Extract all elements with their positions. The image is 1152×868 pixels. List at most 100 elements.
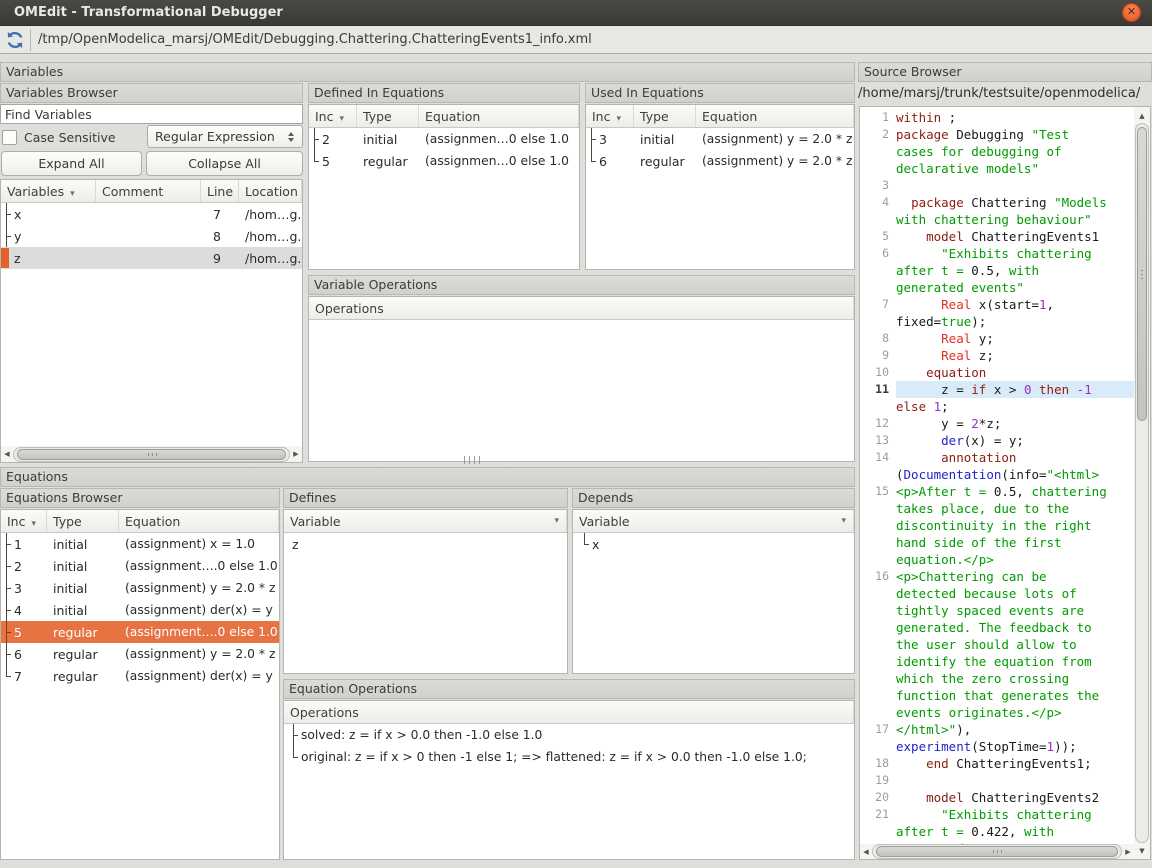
column-inc[interactable]: Inc: [586, 105, 634, 127]
equation-type: initial: [47, 555, 119, 577]
equation-text: (assignment) x = 1.0: [119, 533, 279, 555]
column-inc[interactable]: Inc: [1, 510, 47, 532]
case-sensitive-checkbox[interactable]: [2, 130, 17, 145]
defined-in-row[interactable]: 2initial(assignmen…0 else 1.0: [309, 128, 579, 150]
column-line[interactable]: Line: [201, 180, 239, 202]
defines-row[interactable]: z: [284, 533, 567, 555]
equation-index: 2: [322, 132, 330, 147]
line-number: [860, 398, 896, 415]
equation-index: 7: [14, 669, 22, 684]
equations-dock-title: Equations: [0, 467, 855, 487]
tree-branch-icon: [586, 128, 597, 150]
equation-row[interactable]: 3initial(assignment) y = 2.0 * z: [1, 577, 279, 599]
column-inc[interactable]: Inc: [309, 105, 357, 127]
equation-index: 6: [599, 154, 607, 169]
splitter-handle[interactable]: [464, 456, 480, 464]
scrollbar-thumb[interactable]: [17, 449, 286, 460]
close-button[interactable]: [1122, 3, 1141, 22]
column-variable[interactable]: Variable: [573, 510, 854, 532]
scroll-right-icon[interactable]: [1122, 844, 1134, 859]
code-text: model ChatteringEvents1: [896, 228, 1134, 245]
code-line: tightly spaced events are: [860, 602, 1134, 619]
code-line: 16<p>Chattering can be: [860, 568, 1134, 585]
code-text: cases for debugging of: [896, 143, 1134, 160]
search-syntax-dropdown[interactable]: Regular Expression: [147, 125, 303, 148]
code-text: the user should allow to: [896, 636, 1134, 653]
code-text: (Documentation(info="<html>: [896, 466, 1134, 483]
equation-text: (assignmen…0 else 1.0: [419, 128, 579, 150]
source-code-view[interactable]: 1within ;2package Debugging "Testcases f…: [859, 106, 1151, 860]
code-line: which the zero crossing: [860, 670, 1134, 687]
column-operations[interactable]: Operations: [309, 297, 854, 319]
tree-branch-icon: [1, 599, 12, 621]
variable-row[interactable]: z9/hom…g.: [1, 247, 302, 269]
used-in-row[interactable]: 6regular(assignment) y = 2.0 * z: [586, 150, 854, 172]
variables-table-header[interactable]: Variables Comment Line Location: [1, 180, 302, 203]
column-equation[interactable]: Equation: [419, 105, 579, 127]
variables-dock-title: Variables: [0, 62, 855, 82]
line-number: 20: [860, 789, 896, 806]
reload-icon[interactable]: [3, 28, 27, 52]
code-text: model ChatteringEvents2: [896, 789, 1134, 806]
line-number: [860, 466, 896, 483]
scrollbar-thumb[interactable]: [1137, 127, 1147, 421]
code-line: 1within ;: [860, 109, 1134, 126]
code-line: 8 Real y;: [860, 330, 1134, 347]
column-operations[interactable]: Operations: [284, 701, 854, 723]
line-number: 9: [860, 347, 896, 364]
defined-in-row[interactable]: 5regular(assignmen…0 else 1.0: [309, 150, 579, 172]
column-equation[interactable]: Equation: [696, 105, 854, 127]
equation-row[interactable]: 4initial(assignment) der(x) = y: [1, 599, 279, 621]
code-line: the user should allow to: [860, 636, 1134, 653]
equation-row[interactable]: 1initial(assignment) x = 1.0: [1, 533, 279, 555]
equation-row[interactable]: 6regular(assignment) y = 2.0 * z: [1, 643, 279, 665]
equation-row[interactable]: 7regular(assignment) der(x) = y: [1, 665, 279, 687]
scroll-up-icon[interactable]: [1136, 108, 1148, 123]
expand-all-button[interactable]: Expand All: [1, 151, 142, 176]
variable-row[interactable]: x7/hom…g.: [1, 203, 302, 225]
titlebar[interactable]: OMEdit - Transformational Debugger: [0, 0, 1152, 26]
column-variable[interactable]: Variable: [284, 510, 567, 532]
column-equation[interactable]: Equation: [119, 510, 279, 532]
find-variables-input[interactable]: [0, 104, 303, 124]
source-vertical-scrollbar[interactable]: [1134, 107, 1150, 859]
scroll-right-icon[interactable]: [290, 447, 302, 462]
scroll-down-icon[interactable]: [1136, 843, 1148, 858]
equation-row[interactable]: 2initial(assignment….0 else 1.0: [1, 555, 279, 577]
used-in-row[interactable]: 3initial(assignment) y = 2.0 * z: [586, 128, 854, 150]
source-horizontal-scrollbar[interactable]: [860, 844, 1134, 859]
line-number: 12: [860, 415, 896, 432]
line-number: [860, 500, 896, 517]
column-comment[interactable]: Comment: [96, 180, 201, 202]
scroll-left-icon[interactable]: [1, 447, 13, 462]
tree-branch-icon: [309, 150, 320, 172]
depends-table: Variable x: [572, 509, 855, 674]
column-location[interactable]: Location: [239, 180, 302, 202]
column-type[interactable]: Type: [634, 105, 696, 127]
line-number: [860, 211, 896, 228]
line-number: [860, 653, 896, 670]
scrollbar-thumb[interactable]: [876, 846, 1118, 857]
defines-title: Defines: [283, 488, 568, 508]
variable-line: 9: [201, 247, 239, 269]
collapse-all-button[interactable]: Collapse All: [146, 151, 303, 176]
column-type[interactable]: Type: [47, 510, 119, 532]
operation-row[interactable]: original: z = if x > 0 then -1 else 1; =…: [284, 746, 854, 768]
case-sensitive-label: Case Sensitive: [24, 130, 116, 145]
scroll-left-icon[interactable]: [860, 844, 872, 859]
equation-type: regular: [357, 150, 419, 172]
variables-horizontal-scrollbar[interactable]: [1, 446, 302, 462]
operation-row[interactable]: solved: z = if x > 0.0 then -1.0 else 1.…: [284, 724, 854, 746]
code-line: 19: [860, 772, 1134, 789]
code-text: declarative models": [896, 160, 1134, 177]
depends-title: Depends: [572, 488, 855, 508]
column-variables[interactable]: Variables: [1, 180, 96, 202]
equation-row[interactable]: 5regular(assignment….0 else 1.0: [1, 621, 279, 643]
variable-row[interactable]: y8/hom…g.: [1, 225, 302, 247]
line-number: 11: [860, 381, 896, 398]
column-type[interactable]: Type: [357, 105, 419, 127]
line-number: [860, 823, 896, 840]
depends-row[interactable]: x: [573, 533, 854, 555]
line-number: 19: [860, 772, 896, 789]
defined-in-equations-title: Defined In Equations: [308, 83, 580, 103]
